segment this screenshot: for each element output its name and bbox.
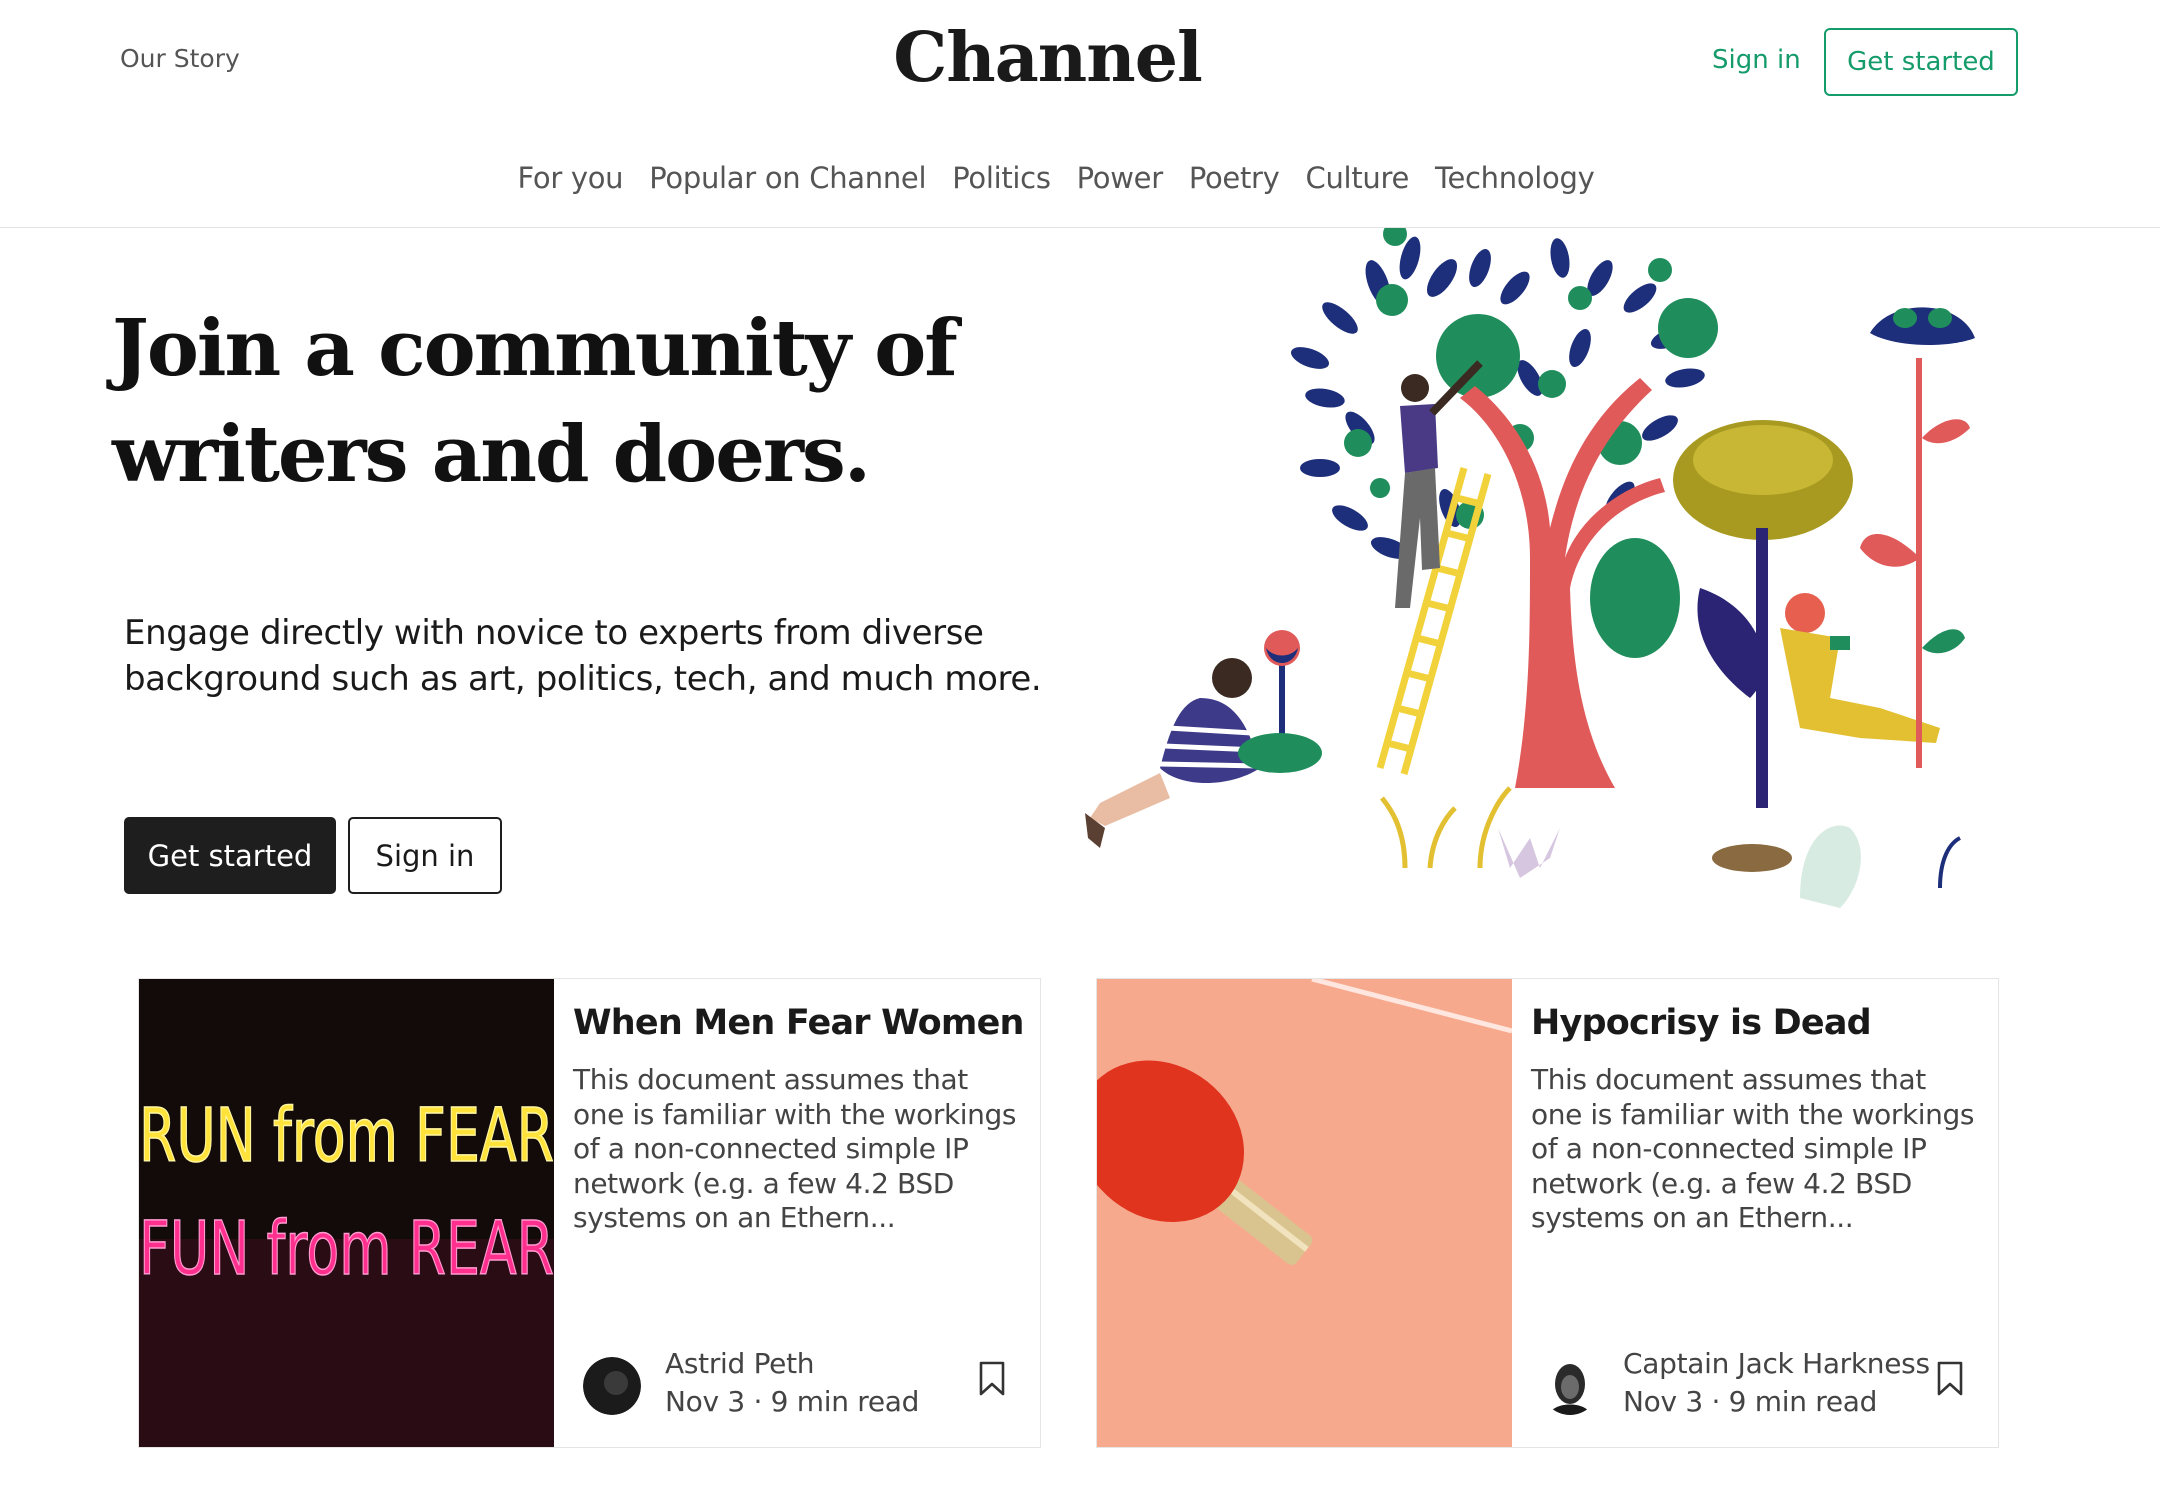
nav-item-culture[interactable]: Culture (1306, 161, 1410, 195)
article-meta: Nov 3 · 9 min read (1623, 1385, 1878, 1418)
hero-sign-in-button[interactable]: Sign in (348, 817, 502, 894)
article-title[interactable]: Hypocrisy is Dead (1531, 1003, 1981, 1043)
nav-item-politics[interactable]: Politics (952, 161, 1051, 195)
article-meta: Nov 3 · 9 min read (665, 1385, 920, 1418)
top-bar: Our Story Channel Sign in Get started Fo… (0, 0, 2160, 228)
nav-item-technology[interactable]: Technology (1435, 161, 1595, 195)
avatar[interactable] (1541, 1357, 1599, 1415)
category-nav: For you Popular on Channel Politics Powe… (0, 161, 2112, 195)
header-get-started-button[interactable]: Get started (1824, 28, 2018, 96)
nav-item-for-you[interactable]: For you (518, 161, 624, 195)
sign-in-link[interactable]: Sign in (1712, 45, 1801, 75)
hero-subtitle: Engage directly with novice to experts f… (124, 610, 1124, 702)
nav-item-popular[interactable]: Popular on Channel (649, 161, 926, 195)
article-card[interactable]: Hypocrisy is Dead This document assumes … (1096, 978, 1999, 1448)
hero-title-line-1: Join a community of (112, 303, 958, 394)
author-name[interactable]: Astrid Peth (665, 1347, 815, 1380)
neon-text-bottom: FUN from REAR (139, 1206, 554, 1292)
neon-text-top: RUN from FEAR (139, 1093, 554, 1179)
article-title[interactable]: When Men Fear Women (573, 1003, 1024, 1043)
hero-subtitle-line-1: Engage directly with novice to experts f… (124, 613, 984, 653)
article-excerpt: This document assumes that one is famili… (1531, 1063, 1975, 1234)
bookmark-icon[interactable] (977, 1361, 1007, 1397)
article-image-neon: RUN from FEAR FUN from REAR (139, 979, 554, 1447)
nav-item-power[interactable]: Power (1077, 161, 1163, 195)
article-card[interactable]: RUN from FEAR FUN from REAR When Men Fea… (138, 978, 1041, 1448)
avatar[interactable] (583, 1357, 641, 1415)
article-excerpt: This document assumes that one is famili… (573, 1063, 1017, 1234)
author-name[interactable]: Captain Jack Harkness (1623, 1347, 1930, 1380)
nav-item-poetry[interactable]: Poetry (1189, 161, 1280, 195)
hero-illustration (1085, 228, 1975, 908)
bookmark-icon[interactable] (1935, 1361, 1965, 1397)
hero-title: Join a community of writers and doers. (112, 296, 1072, 508)
hero-get-started-button[interactable]: Get started (124, 817, 336, 894)
hero-title-line-2: writers and doers. (112, 409, 871, 500)
hero-subtitle-line-2: background such as art, politics, tech, … (124, 659, 1042, 699)
article-image-paddle (1097, 979, 1512, 1447)
